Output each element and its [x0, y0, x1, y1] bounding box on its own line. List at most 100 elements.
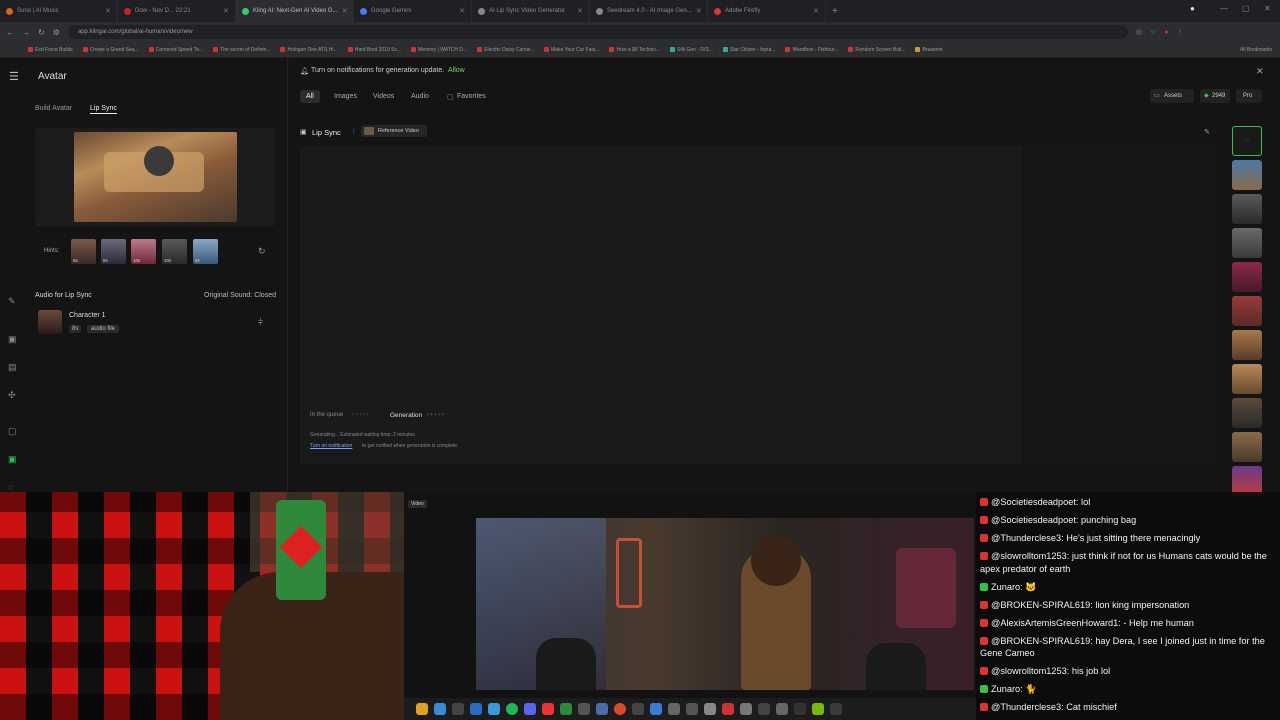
tab-lip-sync[interactable]: Lip Sync [90, 105, 117, 114]
video-frame[interactable] [476, 518, 974, 690]
menu-dots-icon[interactable]: ⋮ [1177, 28, 1184, 36]
bookmark[interactable]: Hologan One ATS Hi... [280, 47, 338, 53]
bookmark[interactable]: Hard Boot 2019 Sc... [347, 47, 401, 53]
bookmark[interactable]: Make Your Car Fast... [544, 47, 599, 53]
allow-notifications-link[interactable]: Allow [448, 67, 465, 74]
filter-all[interactable]: All [300, 90, 320, 103]
avatar-icon[interactable]: ▣ [8, 454, 17, 465]
more-icon[interactable]: ◌ [8, 482, 13, 492]
bookmark[interactable]: Silk Gen - D/S... [670, 47, 713, 53]
chrome-icon[interactable] [614, 703, 626, 715]
history-item[interactable] [1232, 228, 1262, 258]
bookmark-star-icon[interactable]: ☆ [1150, 28, 1156, 36]
calculator-icon[interactable] [452, 703, 464, 715]
bookmark[interactable]: Cornered Speed Te... [148, 47, 203, 53]
avatar-preview-card[interactable] [35, 128, 275, 226]
maximize-icon[interactable]: ▢ [1242, 4, 1250, 13]
edge-icon[interactable] [434, 703, 446, 715]
profile-dot-icon[interactable]: ● [1190, 4, 1195, 13]
back-icon[interactable]: ← [6, 28, 14, 37]
bookmark[interactable]: The secret of Definin... [213, 47, 270, 53]
close-icon[interactable]: ✕ [105, 7, 111, 15]
history-item[interactable] [1232, 398, 1262, 428]
close-icon[interactable]: ✕ [577, 7, 583, 15]
app-icon[interactable] [488, 703, 500, 715]
app-icon[interactable] [722, 703, 734, 715]
close-icon[interactable]: ✕ [813, 7, 819, 15]
history-item-active[interactable]: ◌ [1232, 126, 1262, 156]
history-item[interactable] [1232, 330, 1262, 360]
file-explorer-icon[interactable] [416, 703, 428, 715]
app-icon[interactable] [686, 703, 698, 715]
app-icon[interactable] [830, 703, 842, 715]
browser-tab[interactable]: Dow - Nov D... 22:21 ✕ [118, 0, 236, 22]
browser-tab[interactable]: Seedream 4.0 - AI Image Gen... ✕ [590, 0, 708, 22]
reference-video-chip[interactable]: Reference Video [361, 125, 427, 137]
hint-thumbnail[interactable]: 8s [101, 239, 126, 264]
close-icon[interactable]: ✕ [696, 7, 702, 15]
bookmark[interactable]: How a $6 Technic... [609, 47, 660, 53]
close-icon[interactable]: ✕ [223, 7, 229, 15]
original-sound-toggle[interactable]: Original Sound: Closed [204, 292, 276, 299]
app-icon[interactable] [560, 703, 572, 715]
filter-videos[interactable]: Videos [373, 93, 394, 100]
close-icon[interactable]: ✕ [342, 7, 348, 15]
extension-icon[interactable]: ◎ [1136, 28, 1142, 36]
url-field[interactable]: app.klingai.com/global/ai-human/video/ne… [67, 25, 1128, 39]
bookmark[interactable]: Esd Force Builds [28, 47, 73, 53]
bookmark[interactable]: Star Citizen - Input... [722, 47, 775, 53]
plan-badge[interactable]: Pro [1236, 89, 1262, 103]
bookmark[interactable]: Memory | WATCH D... [411, 47, 467, 53]
new-tab-icon[interactable]: + [826, 6, 844, 17]
reload-icon[interactable]: ↻ [38, 28, 45, 37]
app-icon[interactable] [632, 703, 644, 715]
app-icon[interactable] [578, 703, 590, 715]
history-item[interactable] [1232, 262, 1262, 292]
history-item[interactable] [1232, 160, 1262, 190]
app-icon[interactable] [758, 703, 770, 715]
filter-images[interactable]: Images [334, 93, 357, 100]
bookmark[interactable]: Braavnet [915, 47, 942, 53]
browser-tab[interactable]: Suno | AI Music ✕ [0, 0, 118, 22]
window-close-icon[interactable]: ✕ [1264, 4, 1271, 13]
close-icon[interactable]: ✕ [459, 7, 465, 15]
generate-icon[interactable]: ✎ [8, 296, 16, 307]
history-item[interactable] [1232, 296, 1262, 326]
audio-icon[interactable]: ▢ [8, 426, 17, 437]
site-info-icon[interactable]: ⚙ [53, 28, 60, 37]
close-icon[interactable]: ✕ [1256, 66, 1264, 77]
minimize-icon[interactable]: — [1220, 4, 1228, 13]
history-item[interactable] [1232, 364, 1262, 394]
bookmark[interactable]: Random Screen Buil... [848, 47, 905, 53]
favorites-checkbox-icon[interactable]: ▢ [447, 93, 454, 101]
app-icon[interactable] [596, 703, 608, 715]
app-icon[interactable] [650, 703, 662, 715]
image-icon[interactable]: ▣ [8, 334, 17, 345]
assets-button[interactable]: ▭ Assets [1150, 89, 1194, 103]
app-icon[interactable] [542, 703, 554, 715]
profile-avatar-icon[interactable]: ● [1164, 29, 1168, 36]
hint-thumbnail[interactable]: 5s [71, 239, 96, 264]
browser-tab[interactable]: AI Lip Sync Video Generator ✕ [472, 0, 590, 22]
hint-thumbnail[interactable]: 10s [162, 239, 187, 264]
app-icon[interactable] [470, 703, 482, 715]
spotify-icon[interactable] [506, 703, 518, 715]
app-icon[interactable] [794, 703, 806, 715]
effects-icon[interactable]: ✣ [8, 390, 16, 401]
app-icon[interactable] [740, 703, 752, 715]
tab-build-avatar[interactable]: Build Avatar [35, 105, 72, 112]
refresh-icon[interactable]: ↻ [258, 246, 266, 257]
adjust-sliders-icon[interactable]: ⫩ [258, 317, 263, 328]
forward-icon[interactable]: → [22, 28, 30, 37]
favorites-filter[interactable]: Favorites [457, 93, 486, 100]
browser-tab[interactable]: Adobe Firefly ✕ [708, 0, 826, 22]
edit-icon[interactable]: ✎ [1204, 128, 1210, 136]
bookmark[interactable]: Wandbox - Fishbur... [785, 47, 838, 53]
nvidia-icon[interactable] [812, 703, 824, 715]
browser-tab-active[interactable]: Kling AI: Next-Gen AI Video G... ✕ [236, 0, 354, 22]
filter-audio[interactable]: Audio [411, 93, 429, 100]
credits-badge[interactable]: ◆ 2949 [1200, 89, 1230, 103]
all-bookmarks[interactable]: All Bookmarks [1240, 47, 1272, 53]
hint-thumbnail[interactable]: 10s [131, 239, 156, 264]
history-item[interactable] [1232, 432, 1262, 462]
